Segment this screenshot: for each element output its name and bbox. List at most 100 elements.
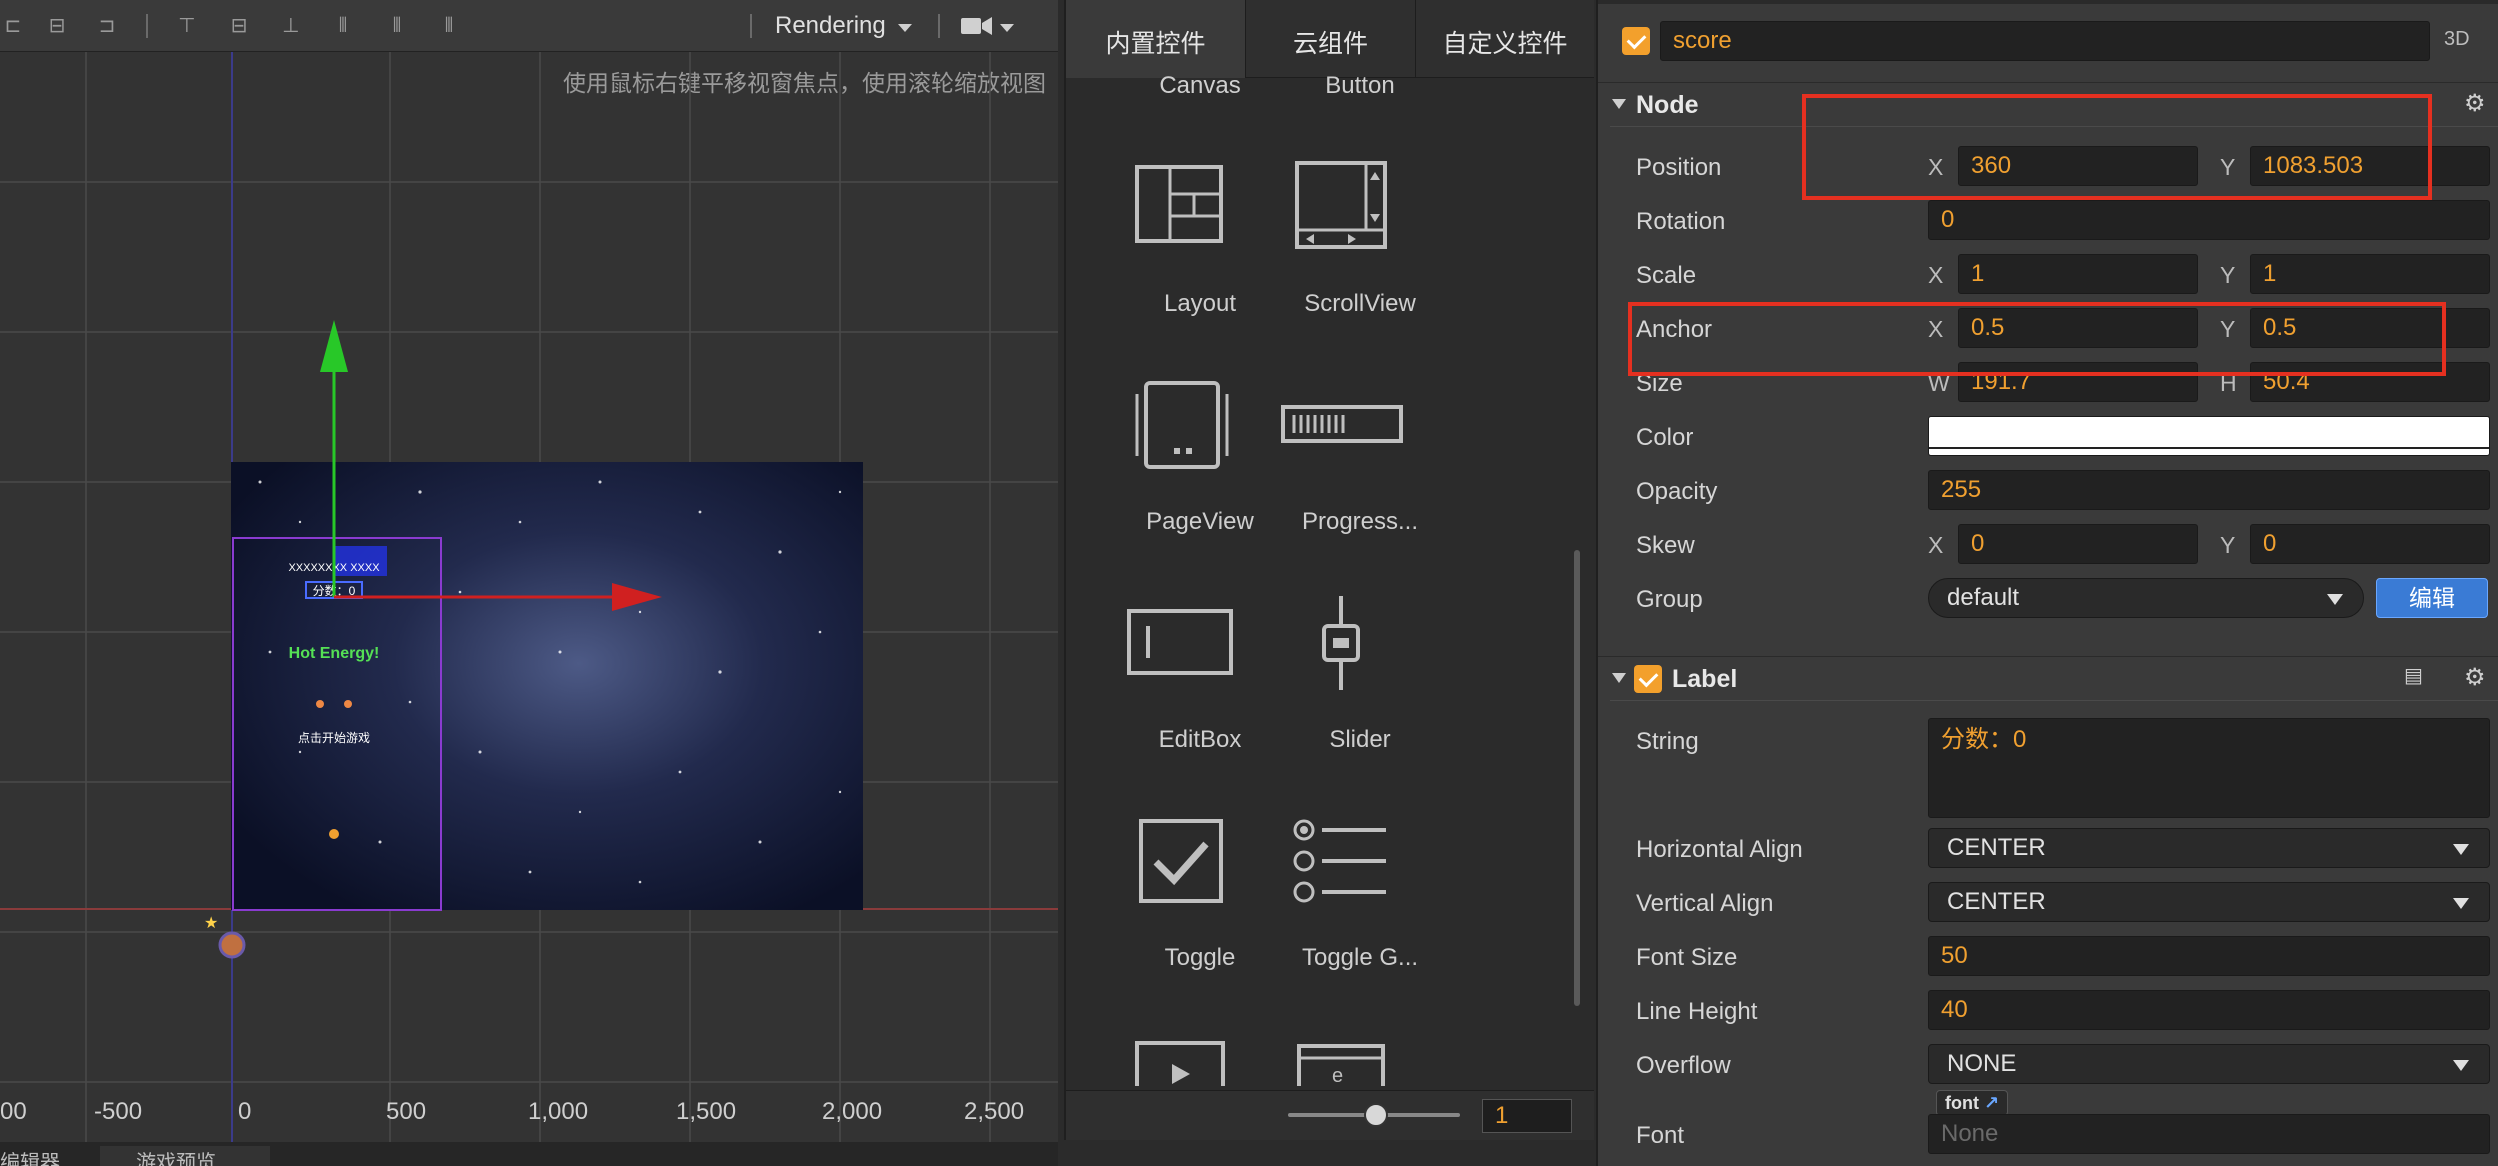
node-name-input[interactable]: score bbox=[1660, 21, 2430, 61]
widget-progressbar-label[interactable]: Progress... bbox=[1280, 508, 1440, 536]
widget-toggle-group-label[interactable]: Toggle G... bbox=[1280, 944, 1440, 972]
toolbar-divider bbox=[146, 14, 148, 38]
widget-editbox-label[interactable]: EditBox bbox=[1120, 726, 1280, 754]
distribute-right-icon[interactable]: ⫴ bbox=[436, 14, 462, 38]
align-left-icon[interactable]: ⊏ bbox=[0, 14, 26, 38]
font-label: Font bbox=[1636, 1122, 1685, 1149]
gear-icon[interactable]: ⚙ bbox=[2464, 663, 2486, 692]
axis-y-label: Y bbox=[2220, 154, 2236, 180]
label-section-header[interactable]: Label ▤ ⚙ bbox=[1598, 656, 2498, 700]
collapse-triangle-icon[interactable] bbox=[1612, 99, 1626, 109]
line-height-field[interactable]: 40 bbox=[1928, 990, 2490, 1030]
font-asset-field[interactable]: None bbox=[1928, 1114, 2490, 1154]
toggle-group-icon[interactable] bbox=[1292, 816, 1388, 906]
font-asset-tag[interactable]: font ↗ bbox=[1936, 1090, 2009, 1116]
book-icon[interactable]: ▤ bbox=[2404, 663, 2423, 688]
zoom-value-input[interactable]: 1 bbox=[1482, 1099, 1572, 1133]
scrollview-icon[interactable] bbox=[1294, 160, 1388, 250]
position-y-field[interactable]: 1083.503 bbox=[2250, 146, 2490, 186]
overflow-value: NONE bbox=[1947, 1050, 2017, 1077]
distribute-left-icon[interactable]: ⫴ bbox=[330, 14, 356, 38]
zoom-slider-handle[interactable] bbox=[1364, 1103, 1388, 1127]
scale-x-field[interactable]: 1 bbox=[1958, 254, 2198, 294]
widgets-scrollbar[interactable] bbox=[1574, 550, 1580, 1006]
tab-game-preview[interactable]: 游戏预览 bbox=[100, 1146, 270, 1166]
axis-tick-label: -500 bbox=[94, 1098, 143, 1125]
size-w-field[interactable]: 191.7 bbox=[1958, 362, 2198, 402]
3d-toggle[interactable]: 3D bbox=[2444, 28, 2470, 51]
widgets-tab-bar: 内置控件 云组件 自定义控件 bbox=[1066, 0, 1594, 78]
label-enabled-checkbox[interactable] bbox=[1634, 665, 1662, 693]
axis-w-label: W bbox=[1928, 370, 1950, 396]
chevron-down-icon bbox=[1000, 24, 1014, 32]
node-section-header[interactable]: Node ⚙ bbox=[1598, 82, 2498, 126]
toolbar-divider bbox=[750, 14, 752, 38]
align-hcenter-icon[interactable]: ⊟ bbox=[44, 14, 70, 38]
opacity-label: Opacity bbox=[1636, 478, 1718, 505]
rotation-label: Rotation bbox=[1636, 208, 1726, 235]
align-right-icon[interactable]: ⊐ bbox=[94, 14, 120, 38]
anchor-x-field[interactable]: 0.5 bbox=[1958, 308, 2198, 348]
horizontal-align-select[interactable]: CENTER bbox=[1928, 828, 2490, 868]
game-start-text: 点击开始游戏 bbox=[298, 731, 370, 745]
node-section-title: Node bbox=[1636, 91, 1699, 119]
inspector-panel: score 3D Node ⚙ Position X 360 Y 1083.50… bbox=[1596, 0, 2498, 1166]
toggle-icon[interactable] bbox=[1138, 818, 1224, 904]
collapse-triangle-icon[interactable] bbox=[1612, 673, 1626, 683]
edit-group-button[interactable]: 编辑 bbox=[2376, 578, 2488, 618]
widget-scrollview-label[interactable]: ScrollView bbox=[1280, 290, 1440, 318]
group-select[interactable]: default bbox=[1928, 578, 2364, 618]
string-textarea[interactable]: 分数：0 bbox=[1928, 718, 2490, 818]
slider-icon[interactable] bbox=[1318, 594, 1364, 692]
tab-cloud-components[interactable]: 云组件 bbox=[1246, 0, 1416, 78]
vertical-align-label: Vertical Align bbox=[1636, 890, 1774, 917]
progressbar-icon[interactable] bbox=[1280, 404, 1404, 446]
scene-viewport[interactable]: XXXXXXXX XXXX 分数：0 Hot Energy! 点击开始游戏 ★ bbox=[0, 52, 1058, 1142]
camera-icon[interactable] bbox=[960, 15, 994, 37]
tab-custom-widgets[interactable]: 自定义控件 bbox=[1416, 0, 1594, 78]
widget-layout-label[interactable]: Layout bbox=[1120, 290, 1280, 318]
vertical-align-select[interactable]: CENTER bbox=[1928, 882, 2490, 922]
widget-pageview-label[interactable]: PageView bbox=[1120, 508, 1280, 536]
star-icon: ★ bbox=[204, 915, 218, 932]
align-bottom-icon[interactable]: ⊥ bbox=[278, 14, 304, 38]
widget-toggle-label[interactable]: Toggle bbox=[1120, 944, 1280, 972]
opacity-field[interactable]: 255 bbox=[1928, 470, 2490, 510]
camera-node-icon[interactable] bbox=[218, 931, 246, 959]
anchor-y-field[interactable]: 0.5 bbox=[2250, 308, 2490, 348]
skew-y-field[interactable]: 0 bbox=[2250, 524, 2490, 564]
overflow-select[interactable]: NONE bbox=[1928, 1044, 2490, 1084]
position-x-field[interactable]: 360 bbox=[1958, 146, 2198, 186]
align-vcenter-icon[interactable]: ⊟ bbox=[226, 14, 252, 38]
dropdown-arrow-icon bbox=[2453, 1060, 2469, 1071]
align-top-icon[interactable]: ⊤ bbox=[174, 14, 200, 38]
dropdown-arrow-icon bbox=[2453, 844, 2469, 855]
axis-tick-label: 00 bbox=[0, 1098, 27, 1125]
font-size-field[interactable]: 50 bbox=[1928, 936, 2490, 976]
widget-canvas-label[interactable]: Canvas bbox=[1120, 72, 1280, 100]
layout-icon[interactable] bbox=[1134, 164, 1226, 246]
scale-y-field[interactable]: 1 bbox=[2250, 254, 2490, 294]
render-mode-dropdown[interactable]: Rendering bbox=[775, 12, 886, 40]
tab-editor[interactable]: 编辑器 bbox=[0, 1146, 60, 1166]
gear-icon[interactable]: ⚙ bbox=[2464, 89, 2486, 118]
widget-slider-label[interactable]: Slider bbox=[1280, 726, 1440, 754]
font-size-label: Font Size bbox=[1636, 944, 1738, 971]
webview-icon[interactable]: e bbox=[1296, 1040, 1386, 1086]
distribute-hcenter-icon[interactable]: ⫴ bbox=[384, 14, 410, 38]
widget-button-label[interactable]: Button bbox=[1280, 72, 1440, 100]
editbox-icon[interactable] bbox=[1126, 608, 1234, 676]
node-active-checkbox[interactable] bbox=[1622, 27, 1650, 55]
gizmo-y-arrow-icon[interactable] bbox=[320, 320, 348, 372]
size-h-field[interactable]: 50.4 bbox=[2250, 362, 2490, 402]
tab-builtin-widgets[interactable]: 内置控件 bbox=[1066, 0, 1246, 78]
scale-label: Scale bbox=[1636, 262, 1697, 289]
size-label: Size bbox=[1636, 370, 1683, 397]
color-swatch[interactable] bbox=[1928, 416, 2490, 456]
pageview-icon[interactable] bbox=[1134, 380, 1230, 470]
rotation-field[interactable]: 0 bbox=[1928, 200, 2490, 240]
skew-x-field[interactable]: 0 bbox=[1958, 524, 2198, 564]
axis-x-label: X bbox=[1928, 262, 1944, 288]
group-label: Group bbox=[1636, 586, 1703, 613]
videoplayer-icon[interactable] bbox=[1134, 1040, 1226, 1086]
